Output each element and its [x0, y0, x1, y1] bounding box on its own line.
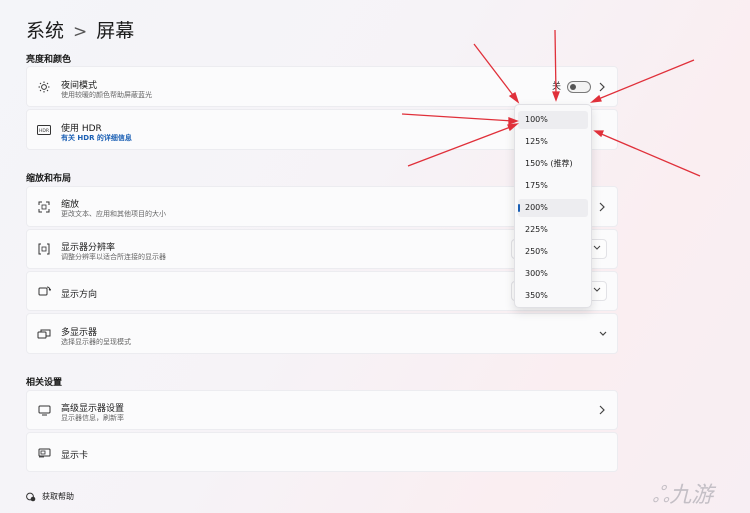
scale-option[interactable]: 100%	[518, 111, 588, 129]
scale-subtitle: 更改文本、应用和其他项目的大小	[61, 210, 166, 218]
help-icon	[26, 492, 36, 502]
get-help-label: 获取帮助	[42, 492, 74, 501]
scale-option[interactable]: 200%	[518, 199, 588, 217]
scale-option[interactable]: 250%	[518, 243, 588, 261]
section-title-scale-layout: 缩放和布局	[26, 174, 72, 184]
chevron-down-icon	[593, 286, 601, 296]
graphics-title: 显示卡	[61, 451, 89, 461]
chevron-down-icon[interactable]	[598, 328, 608, 340]
svg-text:HDR: HDR	[39, 128, 49, 134]
scale-icon	[37, 200, 51, 214]
scale-option[interactable]: 350%	[518, 287, 588, 305]
advanced-display-row[interactable]: 高级显示器设置 显示器信息，刷新率	[26, 390, 618, 430]
breadcrumb: 系统 > 屏幕	[26, 16, 134, 43]
night-light-subtitle: 使用较暖的颜色帮助屏蔽蓝光	[61, 91, 152, 99]
monitor-icon	[37, 403, 51, 417]
chevron-right-icon[interactable]	[598, 81, 608, 93]
chevron-down-icon	[593, 244, 601, 254]
chevron-right-icon[interactable]	[598, 404, 608, 416]
breadcrumb-parent[interactable]: 系统	[26, 20, 64, 42]
scale-option[interactable]: 300%	[518, 265, 588, 283]
hdr-info-link[interactable]: 有关 HDR 的详细信息	[61, 133, 132, 143]
multiple-displays-icon	[37, 327, 51, 341]
get-help-link[interactable]: 获取帮助	[26, 491, 74, 502]
multi-display-subtitle: 选择显示器的呈现模式	[61, 338, 131, 346]
resolution-icon	[37, 242, 51, 256]
page-title: 屏幕	[96, 20, 135, 42]
section-title-related: 相关设置	[26, 378, 63, 388]
scale-option[interactable]: 125%	[518, 133, 588, 151]
chevron-right-icon[interactable]	[598, 201, 608, 213]
advanced-display-subtitle: 显示器信息，刷新率	[61, 414, 124, 422]
night-light-toggle[interactable]	[567, 80, 591, 93]
orientation-title: 显示方向	[61, 290, 98, 300]
orientation-icon	[37, 284, 51, 298]
section-title-brightness: 亮度和颜色	[26, 55, 72, 65]
night-light-row[interactable]: 夜间模式 使用较暖的颜色帮助屏蔽蓝光 关	[26, 66, 618, 107]
scale-option[interactable]: 150% (推荐)	[518, 155, 588, 173]
scale-option[interactable]: 225%	[518, 221, 588, 239]
graphics-card-icon	[37, 445, 51, 459]
night-light-toggle-label: 关	[551, 81, 561, 92]
scale-option[interactable]: 175%	[518, 177, 588, 195]
graphics-row[interactable]: 显示卡	[26, 432, 618, 472]
multi-display-row[interactable]: 多显示器 选择显示器的呈现模式	[26, 313, 618, 354]
sun-icon	[37, 80, 51, 94]
watermark-logo: ஃ九游	[652, 483, 714, 508]
breadcrumb-separator: >	[73, 22, 88, 42]
hdr-icon: HDR	[37, 123, 51, 137]
scale-dropdown[interactable]: 100% 125% 150% (推荐) 175% 200% 225% 250% 300% 350…	[514, 104, 592, 308]
resolution-subtitle: 调整分辨率以适合所连接的显示器	[61, 253, 166, 261]
